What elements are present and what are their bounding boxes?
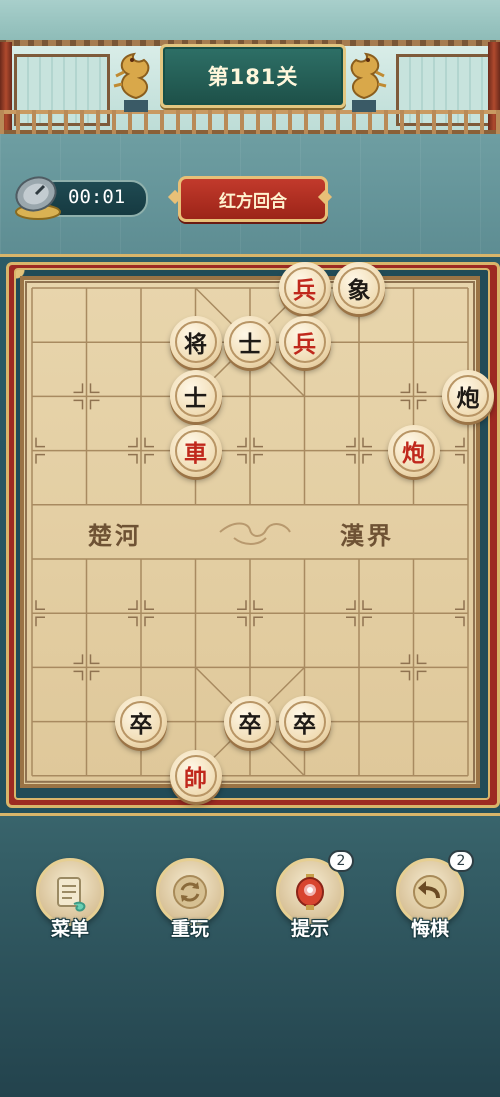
left-dragon-icon xyxy=(108,46,164,114)
replay-button[interactable]: 重玩 xyxy=(150,858,230,948)
hint-label: 提示 xyxy=(290,918,329,940)
piece-char: 士 xyxy=(184,385,207,413)
piece-char: 士 xyxy=(238,331,262,359)
river-label-chu: 楚河 xyxy=(88,521,142,550)
piece-black[interactable]: 象 xyxy=(333,262,385,314)
roof xyxy=(0,0,500,44)
level-plaque: 第181关 xyxy=(160,44,346,108)
piece-black[interactable]: 卒 xyxy=(278,695,331,748)
undo-label: 悔棋 xyxy=(410,918,449,940)
piece-char: 兵 xyxy=(293,331,316,359)
undo-count-badge: 2 xyxy=(448,850,474,872)
turn-text: 红方回合 xyxy=(219,191,287,212)
piece-black[interactable]: 卒 xyxy=(224,695,276,748)
river-label-han: 漢界 xyxy=(340,521,394,550)
piece-char: 将 xyxy=(184,331,207,359)
menu-button[interactable]: 菜单 xyxy=(30,858,110,948)
piece-red[interactable]: 炮 xyxy=(387,424,440,477)
piece-char: 車 xyxy=(184,439,207,467)
piece-black[interactable]: 卒 xyxy=(115,695,167,748)
replay-label: 重玩 xyxy=(170,918,209,940)
piece-char: 炮 xyxy=(456,385,480,413)
menu-label: 菜单 xyxy=(50,918,89,940)
piece-black[interactable]: 将 xyxy=(169,316,222,369)
piece-char: 帥 xyxy=(184,764,207,792)
level-title: 第181关 xyxy=(207,65,299,89)
piece-char: 卒 xyxy=(293,710,316,738)
piece-black[interactable]: 士 xyxy=(224,316,276,369)
piece-char: 炮 xyxy=(402,439,425,467)
piece-black[interactable]: 炮 xyxy=(442,370,494,423)
railing xyxy=(0,110,500,134)
piece-char: 卒 xyxy=(238,710,262,738)
piece-black[interactable]: 士 xyxy=(169,370,222,423)
piece-red[interactable]: 車 xyxy=(169,424,222,477)
hint-button[interactable]: 提示 2 xyxy=(270,850,354,948)
turn-badge: 红方回合 xyxy=(178,176,328,222)
undo-button[interactable]: 悔棋 2 xyxy=(390,850,474,948)
piece-char: 兵 xyxy=(293,277,316,304)
sundial-clock-icon xyxy=(10,172,64,222)
piece-red[interactable]: 兵 xyxy=(278,262,331,314)
piece-char: 象 xyxy=(347,277,371,304)
piece-char: 卒 xyxy=(129,710,153,738)
timer-value: 00:01 xyxy=(68,186,126,208)
hint-count-badge: 2 xyxy=(328,850,354,872)
piece-red[interactable]: 兵 xyxy=(278,316,331,369)
piece-red[interactable]: 帥 xyxy=(169,749,222,802)
